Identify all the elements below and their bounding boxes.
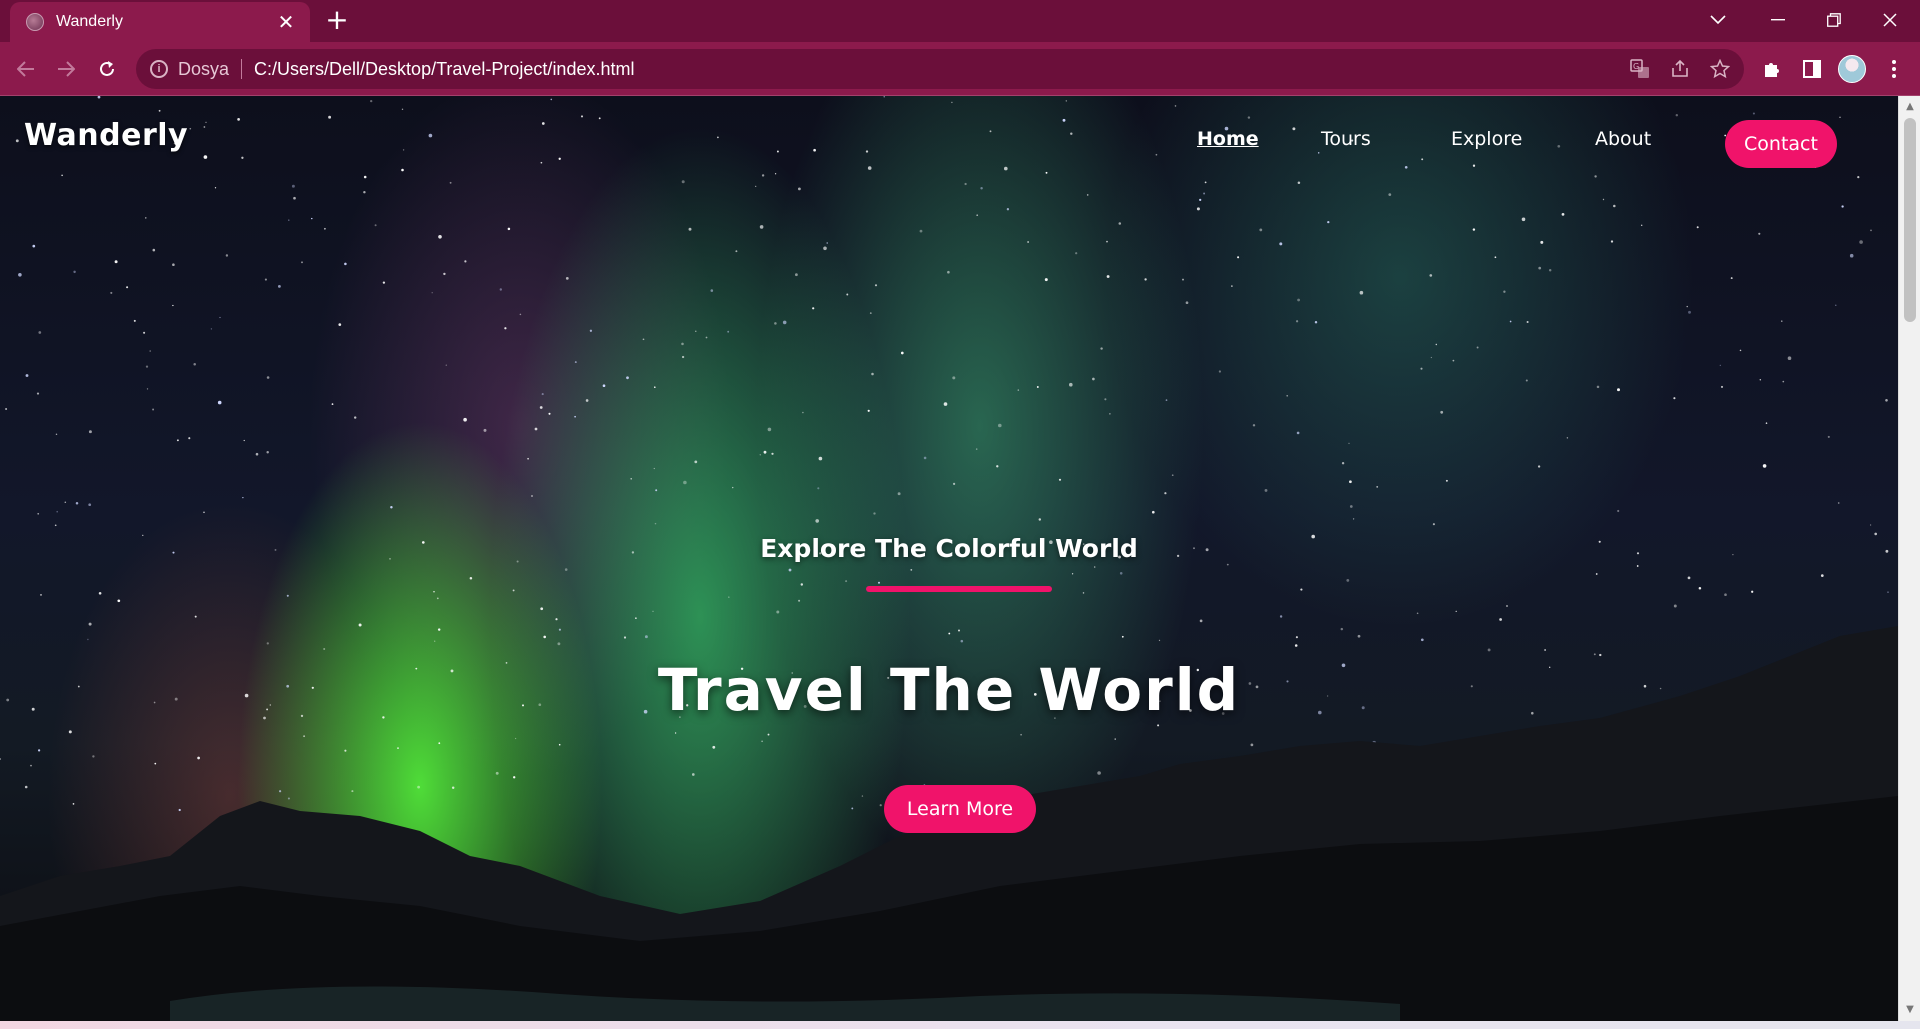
profile-avatar[interactable] xyxy=(1838,55,1866,83)
share-icon[interactable] xyxy=(1668,57,1692,81)
page-viewport: Wanderly Home Tours Explore About Contac… xyxy=(0,96,1898,1021)
translate-icon[interactable]: G xyxy=(1628,57,1652,81)
forward-arrow-icon[interactable] xyxy=(50,53,82,85)
site-chip-label: Dosya xyxy=(178,58,230,79)
hero-underline xyxy=(866,586,1052,592)
browser-tabstrip: Wanderly ✕ + xyxy=(0,0,1920,42)
site-logo[interactable]: Wanderly xyxy=(24,118,188,153)
hero-subtitle: Explore The Colorful World xyxy=(760,534,1138,563)
browser-toolbar: i Dosya C:/Users/Dell/Desktop/Travel-Pro… xyxy=(0,42,1920,96)
bookmark-star-icon[interactable] xyxy=(1708,57,1732,81)
nav-home[interactable]: Home xyxy=(1197,128,1259,150)
address-bar[interactable]: i Dosya C:/Users/Dell/Desktop/Travel-Pro… xyxy=(136,49,1744,89)
bottom-edge-strip xyxy=(0,1021,1920,1029)
kebab-menu-icon[interactable] xyxy=(1878,53,1910,85)
extensions-puzzle-icon[interactable] xyxy=(1756,53,1788,85)
tab-title: Wanderly xyxy=(56,13,123,30)
contact-button[interactable]: Contact xyxy=(1725,120,1837,168)
tab-search-chevron-icon[interactable] xyxy=(1690,4,1746,36)
nav-explore[interactable]: Explore xyxy=(1451,128,1522,150)
scroll-up-arrow-icon[interactable]: ▲ xyxy=(1899,98,1920,116)
nav-about[interactable]: About xyxy=(1595,128,1651,150)
svg-text:G: G xyxy=(1633,62,1639,71)
omnibox-separator xyxy=(241,59,243,79)
browser-tab[interactable]: Wanderly ✕ xyxy=(10,2,310,42)
learn-more-button[interactable]: Learn More xyxy=(884,785,1036,833)
hero-title: Travel The World xyxy=(657,656,1241,724)
back-arrow-icon[interactable] xyxy=(10,53,42,85)
side-panel-icon[interactable] xyxy=(1796,53,1828,85)
globe-icon xyxy=(26,13,44,31)
reload-icon[interactable] xyxy=(91,53,123,85)
site-info-icon[interactable]: i xyxy=(150,60,168,78)
nav-tours[interactable]: Tours xyxy=(1321,128,1371,150)
close-window-icon[interactable] xyxy=(1862,4,1918,36)
tab-close-icon[interactable]: ✕ xyxy=(274,10,298,34)
minimize-icon[interactable] xyxy=(1750,4,1806,36)
page-scrollbar[interactable]: ▲ ▼ xyxy=(1898,96,1920,1021)
restore-icon[interactable] xyxy=(1806,4,1862,36)
url-text[interactable]: C:/Users/Dell/Desktop/Travel-Project/ind… xyxy=(254,59,634,80)
scroll-thumb[interactable] xyxy=(1904,118,1916,322)
scroll-down-arrow-icon[interactable]: ▼ xyxy=(1899,1001,1920,1019)
new-tab-button[interactable]: + xyxy=(322,6,352,36)
site-header: Wanderly Home Tours Explore About Contac… xyxy=(0,96,1898,196)
